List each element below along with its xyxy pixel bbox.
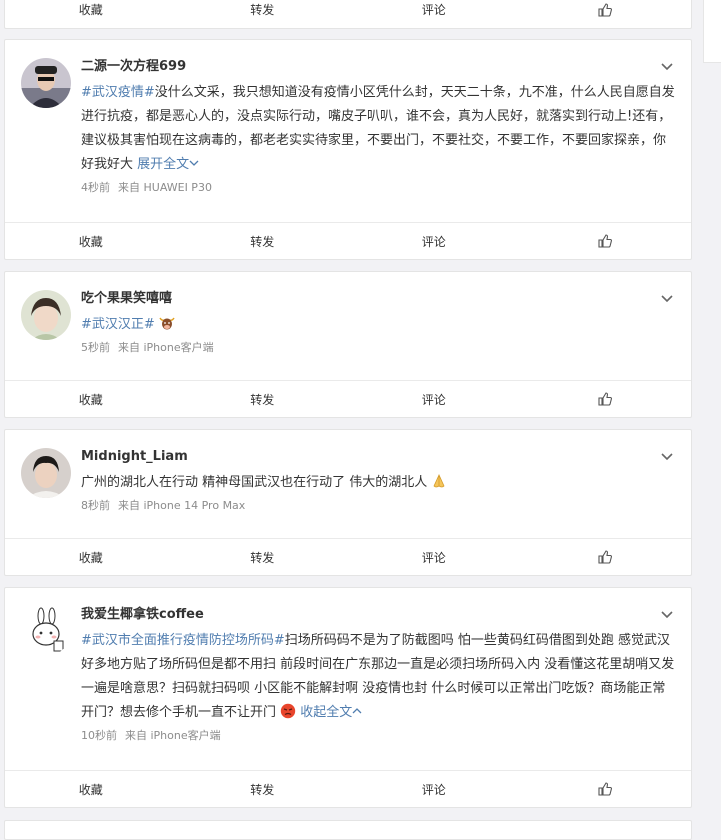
- comment-label: 评论: [421, 3, 446, 17]
- like-button[interactable]: [520, 0, 692, 28]
- thumbs-up-icon: [598, 782, 613, 796]
- post-card: 吃个果果笑嘻嘻 #武汉汉正# 5秒前 来自 iPhone客户端 收藏 转发 评论: [4, 271, 692, 418]
- collect-button[interactable]: 收藏: [5, 771, 177, 807]
- repost-button[interactable]: 转发: [177, 381, 349, 417]
- angry-face-emoji-icon: [280, 703, 296, 719]
- action-bar: 收藏 转发 评论: [5, 380, 691, 417]
- source: 来自 iPhone客户端: [125, 729, 221, 742]
- thumbs-up-icon: [598, 550, 613, 564]
- praying-hands-emoji-icon: [433, 474, 445, 488]
- username[interactable]: 我爱生椰拿铁coffee: [81, 606, 675, 624]
- collect-label: 收藏: [78, 392, 103, 407]
- ox-emoji-icon: [159, 317, 175, 330]
- comment-label: 评论: [421, 550, 446, 565]
- repost-label: 转发: [250, 3, 275, 17]
- action-bar: 收藏 转发 评论: [5, 222, 691, 259]
- collapse-label: 收起全文: [300, 705, 353, 720]
- collapse-link[interactable]: 收起全文: [300, 705, 362, 720]
- expand-label: 展开全文: [137, 157, 190, 172]
- comment-label: 评论: [421, 392, 446, 407]
- post-meta: 5秒前 来自 iPhone客户端: [81, 339, 675, 357]
- chevron-down-icon[interactable]: [659, 290, 675, 306]
- post-text: #武汉汉正#: [81, 313, 675, 337]
- post-text: #武汉市全面推行疫情防控场所码#扫场所码码不是为了防截图吗 怕一些黄码红码借图到…: [81, 629, 675, 725]
- collect-label: 收藏: [78, 234, 103, 249]
- avatar[interactable]: [21, 606, 71, 656]
- previous-post-card: 收藏 转发 评论: [4, 0, 692, 29]
- repost-label: 转发: [250, 782, 275, 797]
- right-sidebar-panel: [703, 0, 721, 63]
- comment-button[interactable]: 评论: [348, 771, 520, 807]
- chevron-up-icon: [352, 708, 362, 714]
- thumbs-up-icon: [598, 234, 613, 248]
- post-card: 我爱生椰拿铁coffee #武汉市全面推行疫情防控场所码#扫场所码码不是为了防截…: [4, 587, 692, 808]
- collect-label: 收藏: [78, 3, 103, 17]
- username[interactable]: Midnight_Liam: [81, 448, 675, 466]
- comment-button[interactable]: 评论: [348, 223, 520, 259]
- collect-button[interactable]: 收藏: [5, 223, 177, 259]
- post-card: 二源一次方程699 #武汉疫情#没什么文采，我只想知道没有疫情小区凭什么封，天天…: [4, 39, 692, 260]
- timestamp[interactable]: 8秒前: [81, 499, 110, 512]
- hashtag-link[interactable]: #武汉汉正#: [81, 317, 155, 332]
- post-text: 广州的湖北人在行动 精神母国武汉也在行动了 伟大的湖北人: [81, 471, 675, 495]
- collect-label: 收藏: [78, 782, 103, 797]
- repost-button[interactable]: 转发: [177, 223, 349, 259]
- collect-button[interactable]: 收藏: [5, 0, 177, 28]
- collect-button[interactable]: 收藏: [5, 381, 177, 417]
- post-text: #武汉疫情#没什么文采，我只想知道没有疫情小区凭什么封，天天二十条，九不准，什么…: [81, 81, 675, 177]
- chevron-down-icon: [189, 160, 199, 166]
- post-meta: 10秒前 来自 iPhone客户端: [81, 727, 675, 745]
- collect-button[interactable]: 收藏: [5, 539, 177, 575]
- post-card: Midnight_Liam 广州的湖北人在行动 精神母国武汉也在行动了 伟大的湖…: [4, 429, 692, 576]
- avatar[interactable]: [21, 290, 71, 340]
- comment-button[interactable]: 评论: [348, 539, 520, 575]
- like-button[interactable]: [520, 381, 692, 417]
- repost-button[interactable]: 转发: [177, 771, 349, 807]
- comment-label: 评论: [421, 234, 446, 249]
- repost-label: 转发: [250, 392, 275, 407]
- action-bar: 收藏 转发 评论: [5, 0, 691, 28]
- repost-label: 转发: [250, 234, 275, 249]
- like-button[interactable]: [520, 771, 692, 807]
- thumbs-up-icon: [598, 392, 613, 406]
- thumbs-up-icon: [598, 2, 613, 17]
- repost-label: 转发: [250, 550, 275, 565]
- source: 来自 iPhone客户端: [118, 341, 214, 354]
- post-meta: 8秒前 来自 iPhone 14 Pro Max: [81, 497, 675, 515]
- timestamp[interactable]: 5秒前: [81, 341, 110, 354]
- timestamp[interactable]: 4秒前: [81, 181, 110, 194]
- repost-button[interactable]: 转发: [177, 0, 349, 28]
- source: 来自 HUAWEI P30: [118, 181, 212, 194]
- hashtag-link[interactable]: #武汉疫情#: [81, 85, 155, 100]
- avatar[interactable]: [21, 58, 71, 108]
- comment-button[interactable]: 评论: [348, 0, 520, 28]
- like-button[interactable]: [520, 539, 692, 575]
- comment-button[interactable]: 评论: [348, 381, 520, 417]
- like-button[interactable]: [520, 223, 692, 259]
- username[interactable]: 二源一次方程699: [81, 58, 675, 76]
- username[interactable]: 吃个果果笑嘻嘻: [81, 290, 675, 308]
- comment-label: 评论: [421, 782, 446, 797]
- action-bar: 收藏 转发 评论: [5, 538, 691, 575]
- repost-button[interactable]: 转发: [177, 539, 349, 575]
- post-meta: 4秒前 来自 HUAWEI P30: [81, 179, 675, 197]
- chevron-down-icon[interactable]: [659, 58, 675, 74]
- timestamp[interactable]: 10秒前: [81, 729, 117, 742]
- post-body: 广州的湖北人在行动 精神母国武汉也在行动了 伟大的湖北人: [81, 475, 428, 490]
- source: 来自 iPhone 14 Pro Max: [118, 499, 246, 512]
- collect-label: 收藏: [78, 550, 103, 565]
- action-bar: 收藏 转发 评论: [5, 770, 691, 807]
- avatar[interactable]: [21, 448, 71, 498]
- chevron-down-icon[interactable]: [659, 606, 675, 622]
- chevron-down-icon[interactable]: [659, 448, 675, 464]
- expand-link[interactable]: 展开全文: [137, 157, 199, 172]
- next-post-card: [4, 820, 692, 840]
- hashtag-link[interactable]: #武汉市全面推行疫情防控场所码#: [81, 633, 285, 648]
